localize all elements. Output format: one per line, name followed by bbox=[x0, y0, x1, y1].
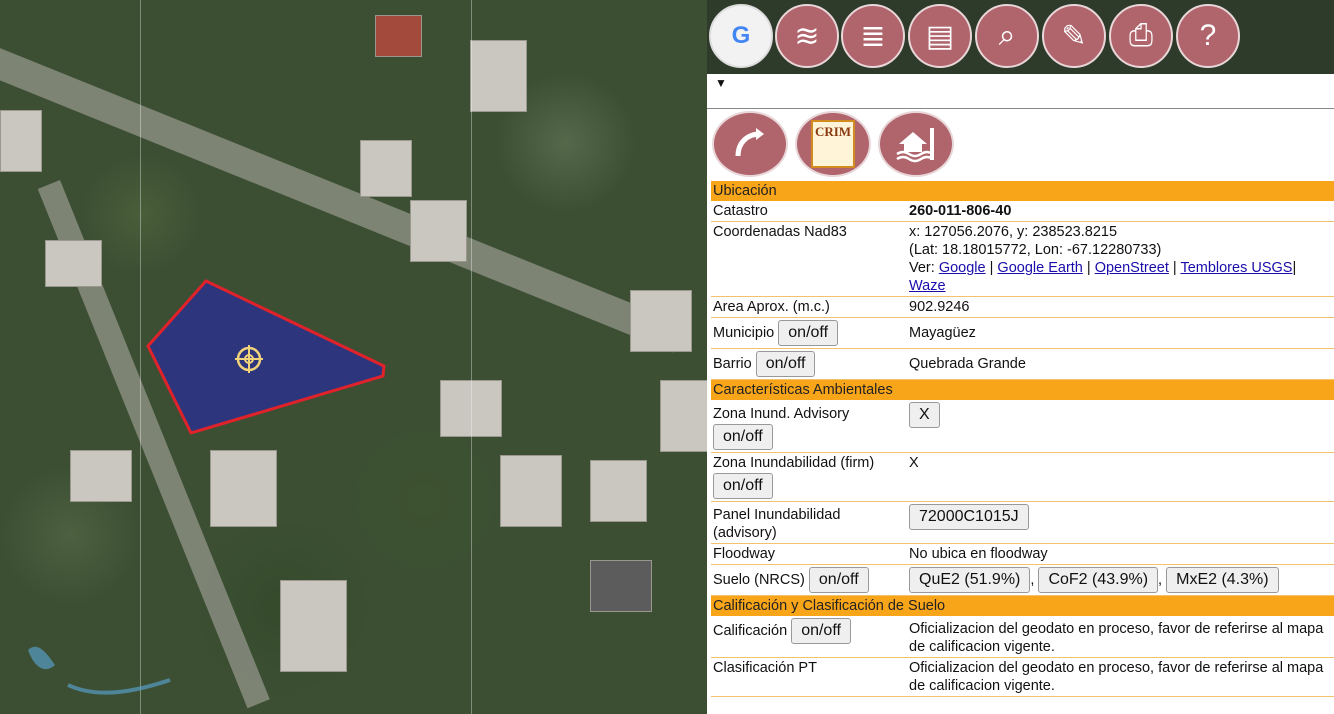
zona-firm-label: Zona Inundabilidad (firm) bbox=[713, 455, 875, 471]
link-google-earth[interactable]: Google Earth bbox=[997, 260, 1082, 276]
parcel-polygon bbox=[146, 279, 386, 435]
crim-logo: CRIM bbox=[811, 120, 855, 168]
calif-cell: Calificación on/off bbox=[711, 616, 907, 658]
suelo-que2-button[interactable]: QuE2 (51.9%) bbox=[909, 567, 1031, 593]
link-temblores-usgs[interactable]: Temblores USGS bbox=[1180, 260, 1292, 276]
coord-xy: x: 127056.2076, y: 238523.8215 bbox=[909, 224, 1118, 240]
layers-stack-icon[interactable]: ≣ bbox=[841, 4, 905, 68]
suelo-cell: Suelo (NRCS) on/off bbox=[711, 564, 907, 596]
link-openstreet[interactable]: OpenStreet bbox=[1095, 260, 1169, 276]
clasif-label: Clasificación PT bbox=[711, 657, 907, 697]
coord-links: Ver: Google | Google Earth | OpenStreet … bbox=[909, 260, 1297, 294]
calif-value: Oficializacion del geodato en proceso, f… bbox=[907, 616, 1334, 658]
parcel-info-table: Ubicación Catastro 260-011-806-40 Coorde… bbox=[711, 181, 1334, 697]
zona-firm-cell: Zona Inundabilidad (firm) on/off bbox=[711, 452, 907, 502]
share-icon[interactable] bbox=[712, 111, 788, 177]
crim-logo-icon[interactable]: CRIM bbox=[795, 111, 871, 177]
municipio-label: Municipio bbox=[713, 325, 775, 341]
panel-inund-value-button[interactable]: 72000C1015J bbox=[909, 504, 1029, 530]
link-google[interactable]: Google bbox=[939, 260, 986, 276]
area-value: 902.9246 bbox=[907, 296, 1334, 318]
watermark-logo bbox=[28, 646, 171, 695]
section-calificacion: Calificación y Clasificación de Suelo bbox=[711, 595, 1334, 616]
section-ubicacion: Ubicación bbox=[711, 181, 1334, 201]
suelo-values: QuE2 (51.9%), CoF2 (43.9%), MxE2 (4.3%) bbox=[907, 564, 1334, 596]
ver-label: Ver: bbox=[909, 260, 935, 276]
suelo-mxe2-button[interactable]: MxE2 (4.3%) bbox=[1166, 567, 1279, 593]
print-icon[interactable]: ⎙ bbox=[1109, 4, 1173, 68]
zona-adv-cell: Zona Inund. Advisory on/off bbox=[711, 400, 907, 453]
coord-label: Coordenadas Nad83 bbox=[711, 221, 907, 297]
floodway-value: No ubica en floodway bbox=[907, 543, 1334, 565]
municipio-toggle-button[interactable]: on/off bbox=[778, 320, 839, 346]
coord-latlon: (Lat: 18.18015772, Lon: -67.12280733) bbox=[909, 242, 1162, 258]
section-ambientales: Características Ambientales bbox=[711, 379, 1334, 400]
municipio-cell: Municipio on/off bbox=[711, 317, 907, 349]
zona-firm-value: X bbox=[907, 452, 1334, 502]
floodway-label: Floodway bbox=[711, 543, 907, 565]
barrio-value: Quebrada Grande bbox=[907, 348, 1334, 380]
panel-header: ▼ bbox=[707, 74, 1334, 109]
suelo-label: Suelo (NRCS) bbox=[713, 572, 805, 588]
layers-icon[interactable]: ≋ bbox=[775, 4, 839, 68]
calif-label: Calificación bbox=[713, 623, 788, 639]
zona-adv-toggle-button[interactable]: on/off bbox=[713, 424, 773, 450]
parcel-overlay[interactable] bbox=[0, 0, 707, 714]
document-icon[interactable]: ▤ bbox=[908, 4, 972, 68]
collapse-caret-icon[interactable]: ▼ bbox=[715, 76, 727, 90]
satellite-map[interactable] bbox=[0, 0, 707, 714]
barrio-cell: Barrio on/off bbox=[711, 348, 907, 380]
suelo-toggle-button[interactable]: on/off bbox=[808, 567, 869, 593]
area-label: Area Aprox. (m.c.) bbox=[711, 296, 907, 318]
barrio-toggle-button[interactable]: on/off bbox=[755, 351, 816, 377]
edit-icon[interactable]: ✎ bbox=[1042, 4, 1106, 68]
zona-adv-value-button[interactable]: X bbox=[909, 402, 940, 428]
panel-inund-label: Panel Inundabilidad (advisory) bbox=[711, 501, 907, 544]
calif-toggle-button[interactable]: on/off bbox=[791, 618, 851, 644]
catastro-value: 260-011-806-40 bbox=[907, 201, 1334, 222]
clasif-value: Oficializacion del geodato en proceso, f… bbox=[907, 657, 1334, 697]
panel-tools: CRIM bbox=[707, 109, 1334, 181]
municipio-value: Mayagüez bbox=[907, 317, 1334, 349]
info-panel: ▼ CRIM Ubicación Catastro 260-011-806-40… bbox=[707, 74, 1334, 714]
catastro-label: Catastro bbox=[711, 201, 907, 222]
suelo-cof2-button[interactable]: CoF2 (43.9%) bbox=[1038, 567, 1159, 593]
search-icon[interactable]: ⌕ bbox=[975, 4, 1039, 68]
coord-cell: x: 127056.2076, y: 238523.8215 (Lat: 18.… bbox=[907, 221, 1334, 297]
help-icon[interactable]: ? bbox=[1176, 4, 1240, 68]
zona-adv-label: Zona Inund. Advisory bbox=[713, 406, 850, 422]
link-waze[interactable]: Waze bbox=[909, 278, 946, 294]
zona-firm-toggle-button[interactable]: on/off bbox=[713, 473, 773, 499]
toolbar: G ≋ ≣ ▤ ⌕ ✎ ⎙? bbox=[707, 0, 1334, 74]
barrio-label: Barrio bbox=[713, 356, 752, 372]
flood-house-icon[interactable] bbox=[878, 111, 954, 177]
google-maps-icon[interactable]: G bbox=[709, 4, 773, 68]
